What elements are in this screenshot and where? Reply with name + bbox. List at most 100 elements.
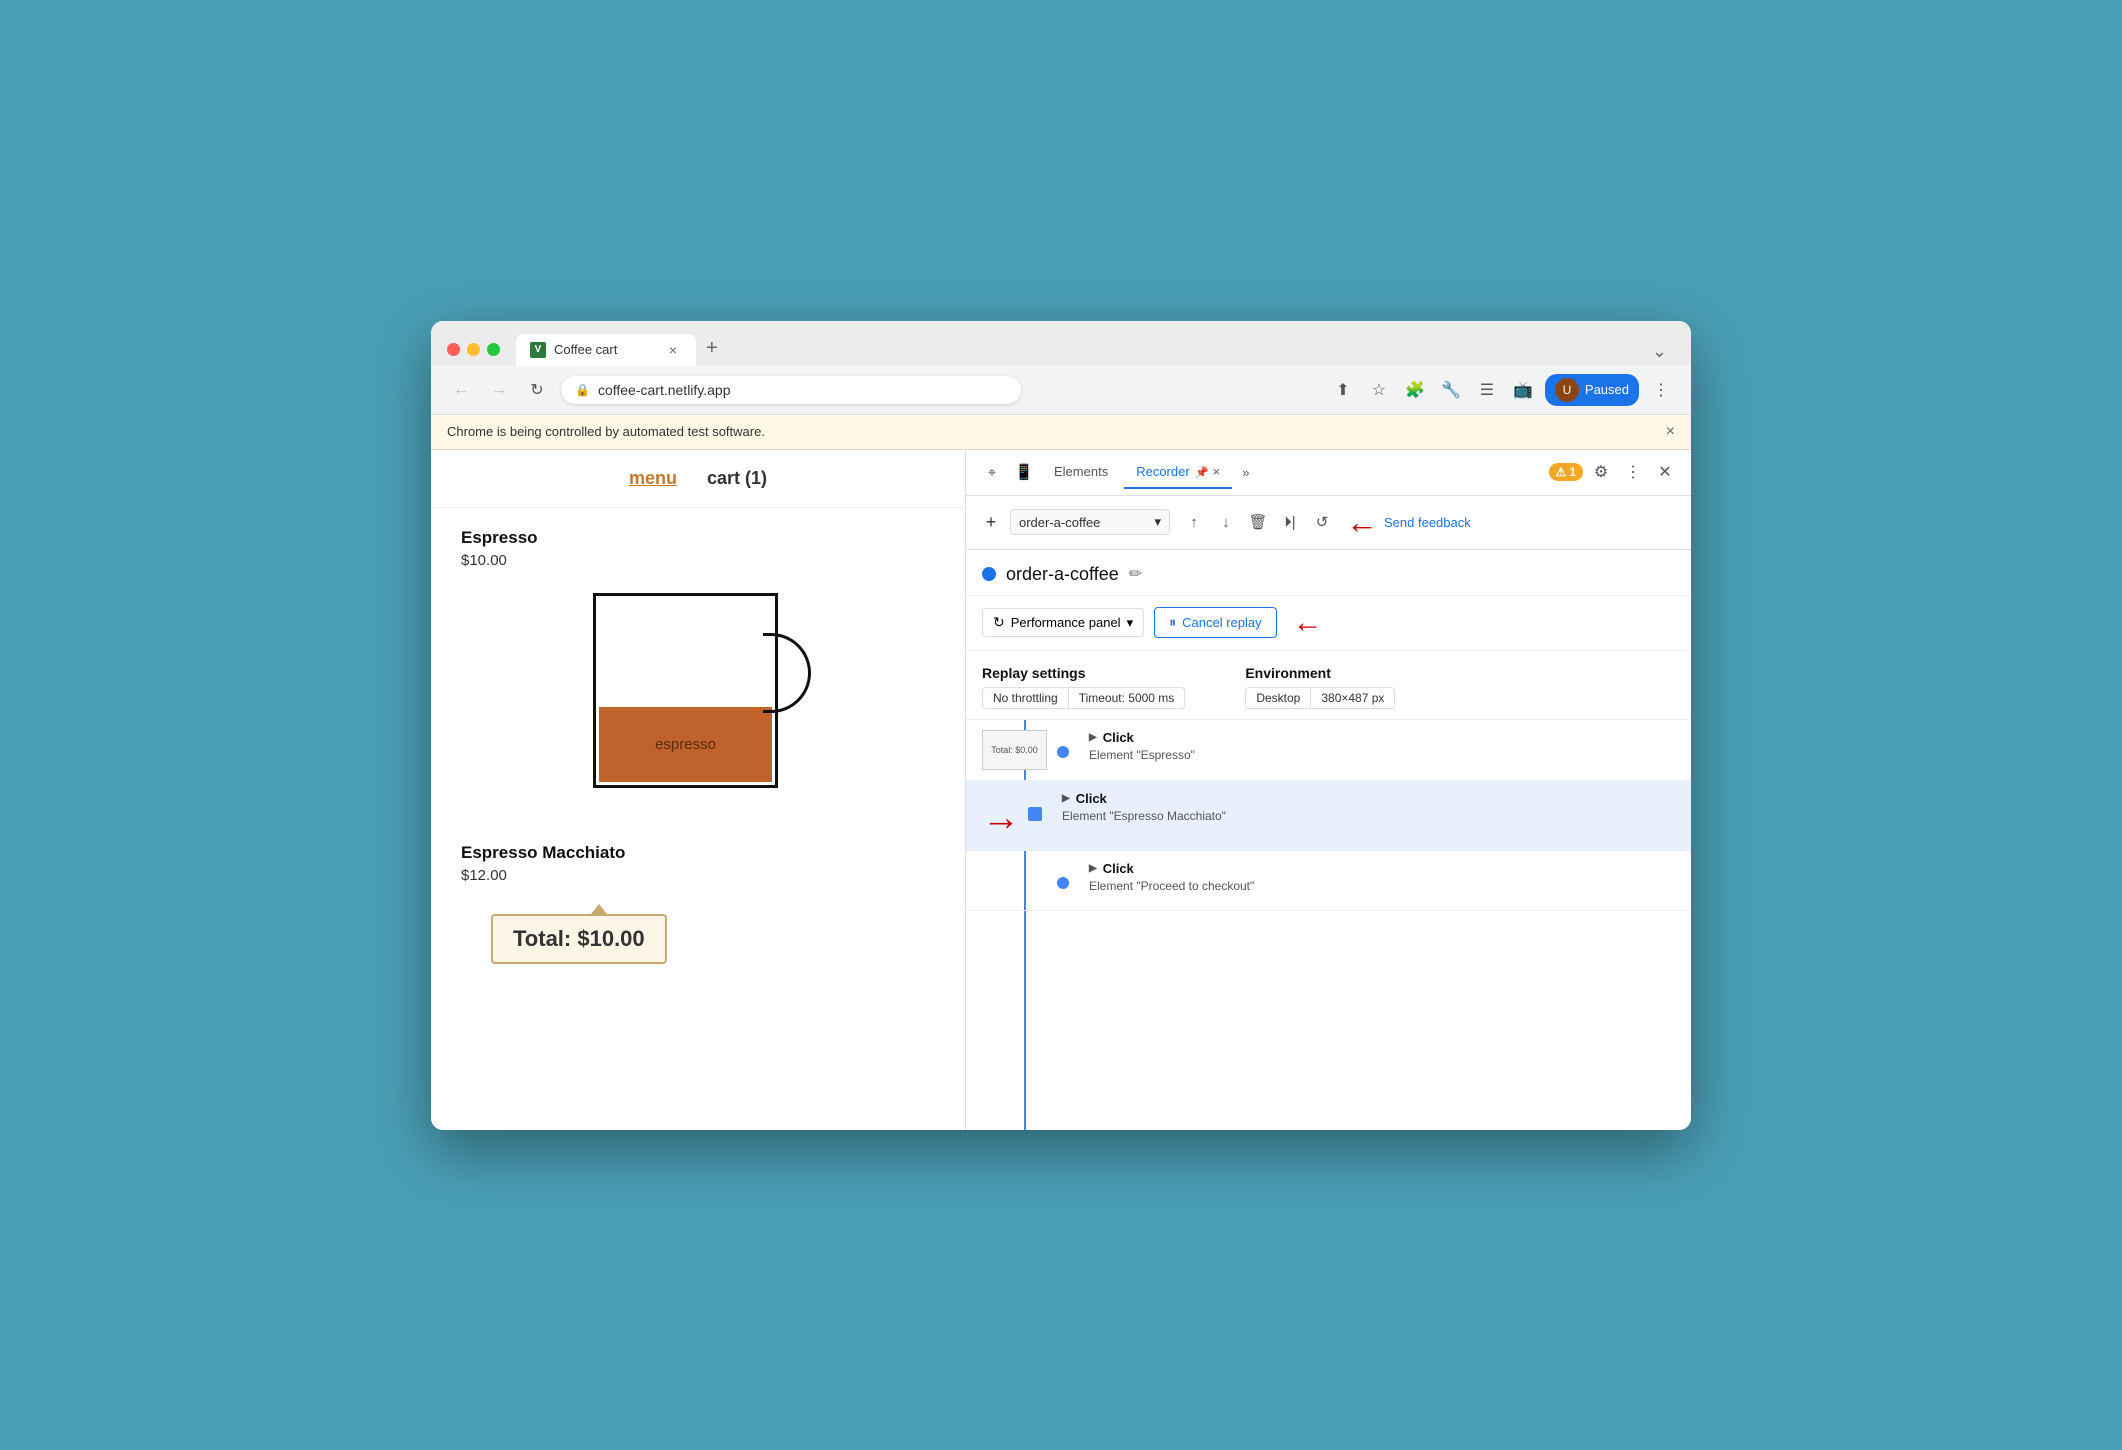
cancel-replay-label: Cancel replay: [1182, 615, 1262, 630]
tab-close-icon[interactable]: ×: [664, 341, 682, 359]
cancel-icon: ⏸: [1169, 614, 1176, 631]
share-icon[interactable]: ⬆: [1329, 376, 1357, 404]
timeline-action-3: ▶ Click: [1089, 861, 1675, 876]
expand-icon-3[interactable]: ▶: [1089, 863, 1097, 874]
product2-price: $12.00: [461, 867, 935, 884]
back-button[interactable]: ←: [447, 376, 475, 404]
extensions-icon[interactable]: 🧩: [1401, 376, 1429, 404]
throttling-pill[interactable]: No throttling: [982, 687, 1069, 709]
recording-status-dot: [982, 567, 996, 581]
window-expand-icon[interactable]: ⌄: [1644, 341, 1675, 362]
product2-name: Espresso Macchiato: [461, 843, 935, 863]
forward-button[interactable]: →: [485, 376, 513, 404]
product1-name: Espresso: [461, 528, 935, 548]
cast-icon[interactable]: 📺: [1509, 376, 1537, 404]
replay-settings-col: Replay settings No throttling Timeout: 5…: [982, 665, 1185, 709]
devtools-close-icon[interactable]: ✕: [1651, 458, 1679, 486]
devtools-header: ⌖ 📱 Elements Recorder 📌 × » ⚠ 1 ⚙ ⋮ ✕: [966, 450, 1691, 496]
timeline-item-3: ▶ Click Element "Proceed to checkout": [966, 851, 1691, 911]
add-recording-button[interactable]: +: [978, 509, 1004, 535]
devtools-ext-icon[interactable]: 🔧: [1437, 376, 1465, 404]
badge-icon: ⚠: [1556, 465, 1567, 479]
expand-icon-1[interactable]: ▶: [1089, 732, 1097, 743]
devtools-panel: ⌖ 📱 Elements Recorder 📌 × » ⚠ 1 ⚙ ⋮ ✕: [966, 450, 1691, 1130]
send-feedback-link[interactable]: Send feedback: [1384, 515, 1471, 530]
recording-title-bar: order-a-coffee ✏: [966, 550, 1691, 596]
tabs-area: V Coffee cart × + ⌄: [516, 333, 1675, 366]
traffic-lights: [447, 343, 500, 356]
recording-selector[interactable]: order-a-coffee ▾: [1010, 509, 1170, 535]
action-label-1: Click: [1103, 730, 1134, 745]
select-chevron-icon: ▾: [1154, 514, 1161, 530]
more-tabs-icon[interactable]: »: [1236, 465, 1255, 480]
reload-button[interactable]: ↻: [523, 376, 551, 404]
environment-title: Environment: [1245, 665, 1395, 681]
timeline-detail-2: Element "Espresso Macchiato": [1062, 809, 1675, 823]
resolution-pill[interactable]: 380×487 px: [1311, 687, 1395, 709]
timeline-detail-1: Element "Espresso": [1089, 748, 1675, 762]
address-input[interactable]: 🔒 coffee-cart.netlify.app: [561, 376, 1021, 404]
settings-icon[interactable]: ⚙: [1587, 458, 1615, 486]
coffee-cup-container: espresso: [461, 583, 935, 823]
paused-badge: U Paused: [1545, 374, 1639, 406]
close-traffic-light[interactable]: [447, 343, 460, 356]
perf-panel-chevron: ▾: [1127, 615, 1134, 631]
address-bar: ← → ↻ 🔒 coffee-cart.netlify.app ⬆ ☆ 🧩 🔧 …: [431, 366, 1691, 415]
device-toggle-icon[interactable]: 📱: [1010, 458, 1038, 486]
banner-close-icon[interactable]: ×: [1666, 423, 1675, 441]
action-label-2: Click: [1076, 791, 1107, 806]
site-nav: menu cart (1): [431, 450, 965, 508]
recorder-close-icon[interactable]: ×: [1213, 464, 1221, 479]
user-avatar: U: [1555, 378, 1579, 402]
coffee-cup-graphic: espresso: [583, 583, 813, 823]
new-tab-button[interactable]: +: [696, 333, 728, 364]
timeline-dot-1: [1057, 746, 1069, 758]
browser-window: V Coffee cart × + ⌄ ← → ↻ 🔒 coffee-cart.…: [431, 321, 1691, 1130]
active-tab[interactable]: V Coffee cart ×: [516, 334, 696, 366]
slow-replay-icon[interactable]: ↺: [1308, 508, 1336, 536]
desktop-pill[interactable]: Desktop: [1245, 687, 1311, 709]
element-picker-icon[interactable]: ⌖: [978, 458, 1006, 486]
import-icon[interactable]: ↓: [1212, 508, 1240, 536]
perf-panel-selector[interactable]: ↻ Performance panel ▾: [982, 608, 1144, 637]
expand-icon-2[interactable]: ▶: [1062, 793, 1070, 804]
cup-liquid-label: espresso: [655, 736, 716, 753]
address-text: coffee-cart.netlify.app: [598, 382, 731, 398]
sidepanel-icon[interactable]: ☰: [1473, 376, 1501, 404]
delete-icon[interactable]: 🗑: [1244, 508, 1272, 536]
edit-name-icon[interactable]: ✏: [1129, 564, 1142, 584]
website-panel: menu cart (1) Espresso $10.00 espresso: [431, 450, 966, 1130]
warning-badge: ⚠ 1: [1549, 463, 1583, 481]
cup-liquid: espresso: [599, 707, 772, 782]
recording-toolbar-icons: ↑ ↓ 🗑 ⏵| ↺: [1180, 508, 1336, 536]
recording-select-text: order-a-coffee: [1019, 515, 1100, 530]
nav-cart-link[interactable]: cart (1): [707, 468, 767, 489]
automation-banner: Chrome is being controlled by automated …: [431, 415, 1691, 450]
export-icon[interactable]: ↑: [1180, 508, 1208, 536]
environment-col: Environment Desktop 380×487 px: [1245, 665, 1395, 709]
paused-label: Paused: [1585, 382, 1629, 397]
title-bar: V Coffee cart × + ⌄: [431, 321, 1691, 366]
nav-menu-link[interactable]: menu: [629, 468, 677, 489]
tab-recorder[interactable]: Recorder 📌 ×: [1124, 456, 1232, 489]
badge-count: 1: [1569, 465, 1576, 479]
timeline-thumbnail-1: Total: $0.00: [982, 730, 1047, 770]
perf-panel-icon: ↻: [993, 614, 1005, 631]
timeline-content-1: ▶ Click Element "Espresso": [1089, 730, 1675, 762]
red-arrow-toolbar: ←: [1346, 504, 1378, 541]
maximize-traffic-light[interactable]: [487, 343, 500, 356]
timeout-pill[interactable]: Timeout: 5000 ms: [1069, 687, 1186, 709]
minimize-traffic-light[interactable]: [467, 343, 480, 356]
environment-pills: Desktop 380×487 px: [1245, 687, 1395, 709]
product1-price: $10.00: [461, 552, 935, 569]
tab-favicon: V: [530, 342, 546, 358]
tab-elements[interactable]: Elements: [1042, 456, 1120, 489]
cancel-replay-button[interactable]: ⏸ Cancel replay: [1154, 607, 1277, 638]
browser-toolbar-icons: ⬆ ☆ 🧩 🔧 ☰ 📺 U Paused ⋮: [1329, 374, 1675, 406]
product-list: Espresso $10.00 espresso: [431, 508, 965, 984]
bookmark-icon[interactable]: ☆: [1365, 376, 1393, 404]
browser-menu-icon[interactable]: ⋮: [1647, 376, 1675, 404]
devtools-menu-icon[interactable]: ⋮: [1619, 458, 1647, 486]
timeline-item-1: Total: $0.00 ▶ Click Element "Espresso": [966, 720, 1691, 781]
replay-icon[interactable]: ⏵|: [1276, 508, 1304, 536]
